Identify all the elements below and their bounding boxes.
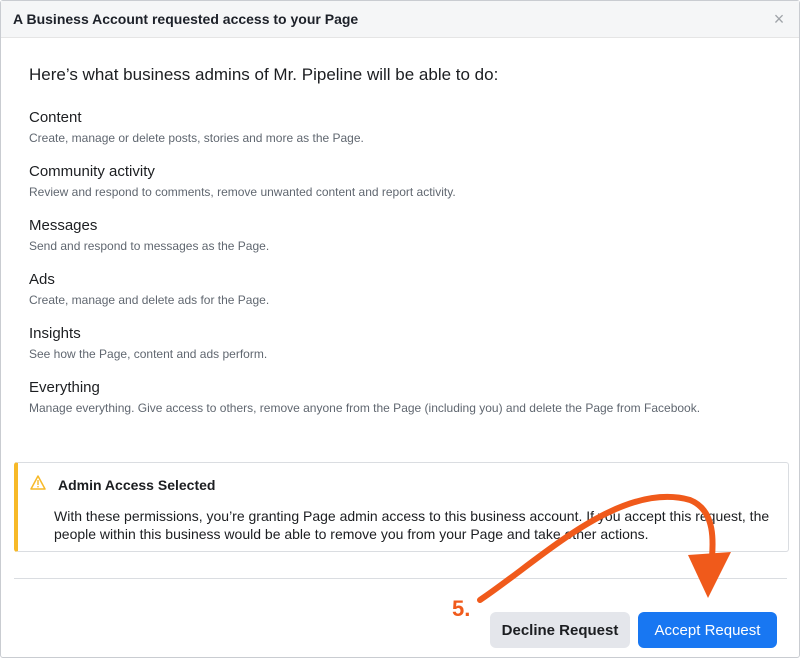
alert-header: Admin Access Selected [30, 475, 776, 495]
intro-text: Here’s what business admins of Mr. Pipel… [29, 65, 499, 84]
permission-title: Everything [29, 379, 100, 396]
permission-community-activity: Community activity Review and respond to… [29, 163, 771, 200]
permission-description: Manage everything. Give access to others… [29, 401, 701, 415]
permission-title: Content [29, 109, 82, 126]
dialog-header: A Business Account requested access to y… [1, 1, 799, 38]
dialog-body: Here’s what business admins of Mr. Pipel… [1, 65, 799, 416]
permission-insights: Insights See how the Page, content and a… [29, 325, 771, 362]
permission-description: Review and respond to comments, remove u… [29, 185, 456, 199]
permission-description: Create, manage or delete posts, stories … [29, 131, 364, 145]
permission-title: Messages [29, 217, 98, 234]
alert-title: Admin Access Selected [58, 477, 216, 493]
dialog-title: A Business Account requested access to y… [13, 11, 359, 27]
warning-triangle-icon [30, 475, 46, 495]
step-number-label: 5. [452, 596, 471, 621]
permission-description: See how the Page, content and ads perfor… [29, 347, 268, 361]
admin-access-alert: Admin Access Selected With these permiss… [14, 462, 789, 552]
footer-divider [14, 578, 787, 579]
permission-title: Insights [29, 325, 81, 342]
permission-title: Community activity [29, 163, 155, 180]
permission-description: Send and respond to messages as the Page… [29, 239, 270, 253]
permission-everything: Everything Manage everything. Give acces… [29, 379, 771, 416]
accept-request-button[interactable]: Accept Request [638, 612, 777, 648]
permission-ads: Ads Create, manage and delete ads for th… [29, 271, 771, 308]
permission-description: Create, manage and delete ads for the Pa… [29, 293, 270, 307]
permission-messages: Messages Send and respond to messages as… [29, 217, 771, 254]
access-request-dialog: A Business Account requested access to y… [0, 0, 800, 658]
permission-content: Content Create, manage or delete posts, … [29, 109, 771, 146]
permissions-list: Content Create, manage or delete posts, … [29, 109, 771, 416]
close-icon[interactable]: × [771, 10, 787, 28]
decline-request-button[interactable]: Decline Request [490, 612, 630, 648]
permission-title: Ads [29, 271, 55, 288]
alert-text: With these permissions, you’re granting … [54, 508, 770, 542]
